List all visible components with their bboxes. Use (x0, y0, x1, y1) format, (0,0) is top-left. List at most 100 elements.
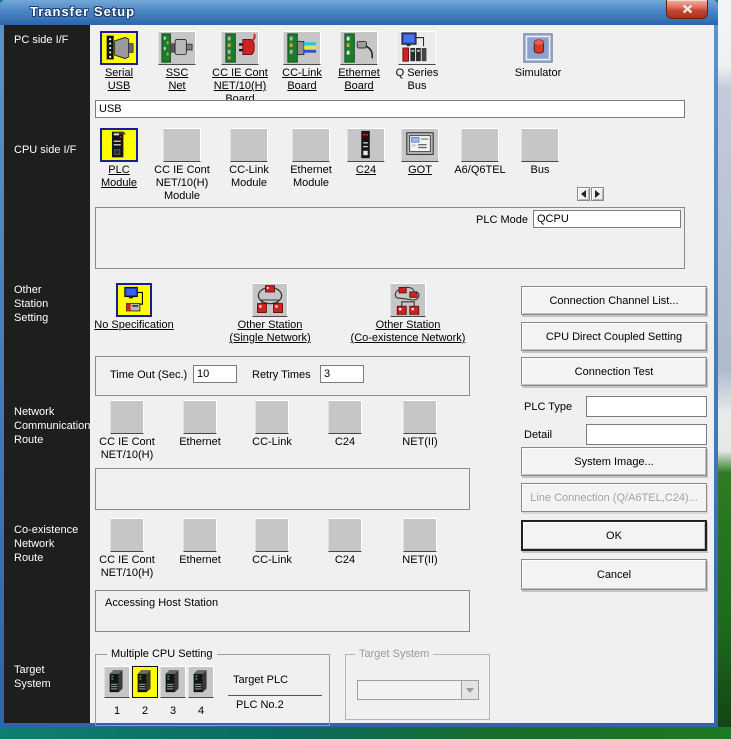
cpu-3-number: 3 (160, 705, 186, 717)
cpu-1-number: 1 (104, 705, 130, 717)
other-station-coexistence-network-icon[interactable] (390, 283, 426, 317)
pcif-ccie-board[interactable]: CC IE Cont NET/10(H) Board (206, 31, 274, 106)
cpuif-plc-module[interactable]: PLC Module (94, 128, 144, 190)
netroute-ccie-icon (110, 400, 144, 434)
window-title: Transfer Setup (30, 4, 135, 19)
cpu-1-icon[interactable] (104, 666, 130, 698)
line-connection-button: Line Connection (Q/A6TEL,C24)... (521, 483, 707, 512)
other-station-single-network[interactable]: Other Station (Single Network) (216, 283, 324, 345)
netroute-c24-icon (328, 400, 362, 434)
bus-icon (521, 128, 559, 162)
scroll-right-button[interactable] (591, 187, 604, 201)
section-label-pc-side: PC side I/F (14, 33, 68, 47)
pcif-cclink-board-label[interactable]: CC-Link Board (276, 67, 328, 93)
serial-usb-icon[interactable] (100, 31, 138, 65)
cpu-2-icon[interactable] (132, 666, 158, 698)
connection-test-button[interactable]: Connection Test (521, 357, 707, 386)
cc-link-module-icon (230, 128, 268, 162)
close-button[interactable] (666, 0, 708, 19)
pcif-simulator[interactable]: Simulator (508, 31, 568, 80)
cpuif-ethernet-module: Ethernet Module (282, 128, 340, 190)
cc-link-board-icon[interactable] (283, 31, 321, 65)
desktop-background: Transfer Setup PC side I/F CPU side I/F … (0, 0, 731, 739)
scroll-left-button[interactable] (577, 187, 590, 201)
scroll-left-icon (581, 190, 586, 198)
pcif-ssc-net-label[interactable]: SSC Net (152, 67, 202, 93)
pc-interface-value-field[interactable] (95, 100, 685, 118)
timeout-field[interactable] (193, 365, 237, 383)
ok-button[interactable]: OK (521, 520, 707, 551)
system-image-button[interactable]: System Image... (521, 447, 707, 476)
cancel-button[interactable]: Cancel (521, 559, 707, 590)
cpuif-bus-label: Bus (518, 164, 562, 177)
pcif-simulator-label[interactable]: Simulator (508, 67, 568, 80)
netroute-netii-icon (403, 400, 437, 434)
pcif-q-series-bus[interactable]: Q Series Bus (390, 31, 444, 93)
section-label-coexistence-route: Co-existence Network Route (14, 523, 78, 565)
coexroute-ccie: CC IE Cont NET/10(H) (92, 518, 162, 580)
cpuif-c24-label[interactable]: C24 (344, 164, 388, 177)
target-system-group-label: Target System (355, 648, 433, 660)
cpuif-a6q6tel-label: A6/Q6TEL (448, 164, 512, 177)
pcif-q-series-bus-label[interactable]: Q Series Bus (390, 67, 444, 93)
cpuif-c24[interactable]: C24 (344, 128, 388, 177)
cpuif-ccie-module-label: CC IE Cont NET/10(H) Module (148, 164, 216, 203)
plc-mode-field[interactable] (533, 210, 681, 228)
section-sidebar: PC side I/F CPU side I/F Other Station S… (4, 25, 90, 723)
target-system-combo-value (358, 681, 461, 699)
connection-channel-list-button[interactable]: Connection Channel List... (521, 286, 707, 315)
other-station-single-network-label[interactable]: Other Station (Single Network) (216, 319, 324, 345)
other-station-no-specification[interactable]: No Specification (92, 283, 176, 332)
cpu-3-icon[interactable] (160, 666, 186, 698)
target-plc-label: Target PLC (233, 674, 288, 686)
c24-icon[interactable] (347, 128, 385, 162)
cpuif-got[interactable]: GOT (398, 128, 442, 177)
cc-ie-cont-board-icon[interactable] (221, 31, 259, 65)
network-route-result-box (95, 468, 470, 510)
got-icon[interactable] (401, 128, 439, 162)
cpu-direct-coupled-setting-button[interactable]: CPU Direct Coupled Setting (521, 322, 707, 351)
cpuif-got-label[interactable]: GOT (398, 164, 442, 177)
close-icon (681, 4, 694, 14)
cpuif-plc-module-label[interactable]: PLC Module (94, 164, 144, 190)
cpu-4-icon[interactable] (188, 666, 214, 698)
detail-label: Detail (524, 429, 552, 441)
netroute-c24-label: C24 (310, 436, 380, 449)
cc-ie-cont-module-icon (163, 128, 201, 162)
a6q6tel-icon (461, 128, 499, 162)
cpuif-bus: Bus (518, 128, 562, 177)
no-specification-label[interactable]: No Specification (92, 319, 176, 332)
pcif-cclink-board[interactable]: CC-Link Board (276, 31, 328, 93)
other-station-coexistence-network[interactable]: Other Station (Co-existence Network) (338, 283, 478, 345)
titlebar[interactable]: Transfer Setup (0, 0, 718, 25)
no-specification-icon[interactable] (116, 283, 152, 317)
cpu-2-number: 2 (132, 705, 158, 717)
q-series-bus-icon[interactable] (398, 31, 436, 65)
retry-times-field[interactable] (320, 365, 364, 383)
pcif-ethernet-board-label[interactable]: Ethernet Board (330, 67, 388, 93)
pcif-ethernet-board[interactable]: Ethernet Board (330, 31, 388, 93)
plc-module-icon[interactable] (100, 128, 138, 162)
coexistence-route-result-text: Accessing Host Station (96, 591, 469, 615)
netroute-ethernet: Ethernet (165, 400, 235, 449)
plc-type-field[interactable] (586, 396, 707, 417)
pcif-serial-usb-label[interactable]: Serial USB (92, 67, 146, 93)
pcif-ssc-net[interactable]: SSC Net (152, 31, 202, 93)
chevron-down-icon (466, 688, 474, 693)
detail-field[interactable] (586, 424, 707, 445)
section-label-target-system: Target System (14, 663, 51, 691)
ethernet-board-icon[interactable] (340, 31, 378, 65)
transfer-setup-window: Transfer Setup PC side I/F CPU side I/F … (0, 0, 718, 727)
netroute-netii: NET(II) (385, 400, 455, 449)
coexroute-c24-label: C24 (310, 554, 380, 567)
coexroute-ccie-icon (110, 518, 144, 552)
ssc-net-icon[interactable] (158, 31, 196, 65)
netroute-cclink-label: CC-Link (237, 436, 307, 449)
coexroute-netii: NET(II) (385, 518, 455, 567)
pcif-serial-usb[interactable]: Serial USB (92, 31, 146, 93)
simulator-icon[interactable] (519, 31, 557, 65)
cpu-4-number: 4 (188, 705, 214, 717)
section-label-cpu-side: CPU side I/F (14, 143, 76, 157)
other-station-coexistence-network-label[interactable]: Other Station (Co-existence Network) (338, 319, 478, 345)
other-station-single-network-icon[interactable] (252, 283, 288, 317)
